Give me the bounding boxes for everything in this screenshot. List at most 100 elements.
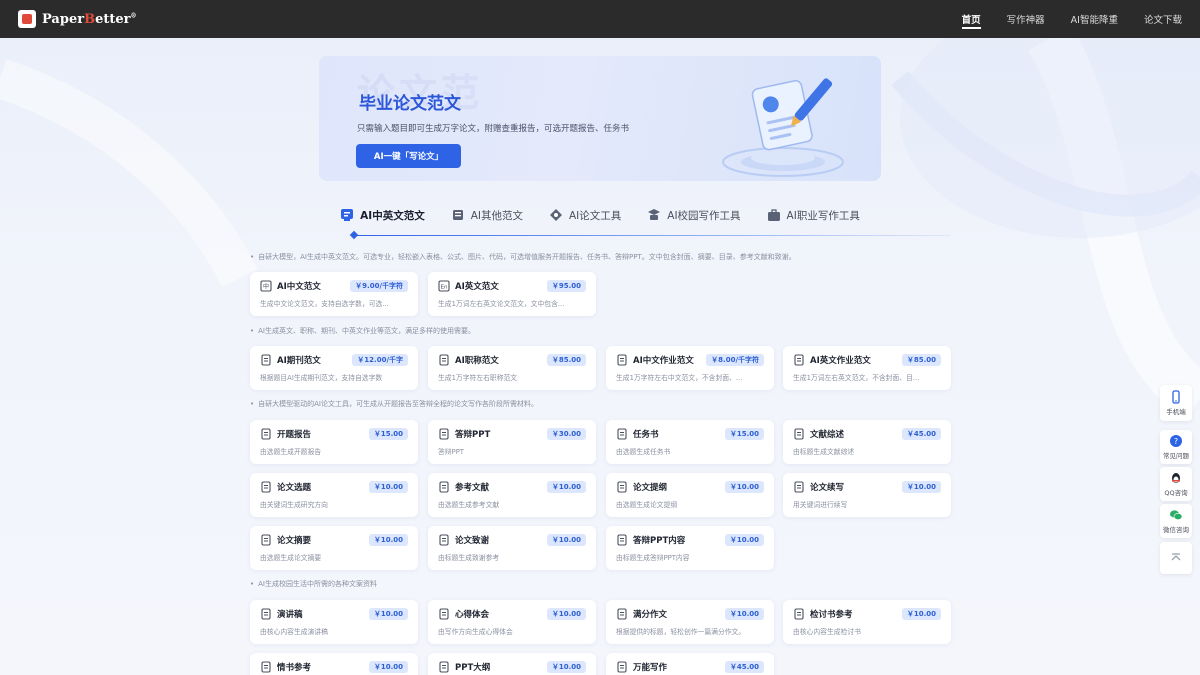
tab-label: AI校园写作工具 (667, 209, 741, 222)
main-nav: 首页 写作神器 AI智能降重 论文下载 (961, 0, 1182, 38)
tab-ai-campus-tools[interactable]: AI校园写作工具 (647, 204, 741, 226)
product-card[interactable]: 检讨书参考 ￥10.00 由核心内容生成检讨书 (783, 600, 951, 644)
price-badge: ￥10.00 (901, 481, 941, 493)
product-card[interactable]: 中 AI中文范文 ￥9.00/千字符 生成中文论文范文，支持自选字数，可选... (250, 272, 418, 316)
card-header: PPT大纲 ￥10.00 (438, 660, 586, 674)
site-logo[interactable]: PaperBetter® (18, 10, 136, 28)
card-description: 生成中文论文范文，支持自选字数，可选... (260, 300, 389, 308)
card-description: 由选题生成论文摘要 (260, 554, 322, 562)
card-description: 由关键词生成研究方向 (260, 501, 328, 509)
tab-ai-other-papers[interactable]: AI其他范文 (451, 204, 523, 226)
product-card[interactable]: En AI英文范文 ￥95.00 生成1万词左右英文论文范文，文中包含... (428, 272, 596, 316)
price-badge: ￥15.00 (368, 428, 408, 440)
card-description: 由标题生成文献综述 (793, 448, 855, 456)
product-card[interactable]: 答辩PPT ￥30.00 答辩PPT (428, 420, 596, 464)
card-title: 论文致谢 (455, 536, 490, 546)
card-header: AI职称范文 ￥85.00 (438, 353, 586, 367)
product-card[interactable]: 参考文献 ￥10.00 由选题生成参考文献 (428, 473, 596, 517)
globe-icon (616, 534, 628, 546)
price-badge: ￥95.00 (546, 280, 586, 292)
card-description: 生成1万字符左右中文范文，不含封面、... (616, 374, 743, 382)
card-header: En AI英文范文 ￥95.00 (438, 279, 586, 293)
thermo-icon (438, 354, 450, 366)
price-badge: ￥10.00 (901, 608, 941, 620)
product-card[interactable]: 开题报告 ￥15.00 由选题生成开题报告 (250, 420, 418, 464)
write-paper-button[interactable]: AI一键「写论文」 (356, 144, 461, 168)
essay-icon (616, 608, 628, 620)
nav-home[interactable]: 首页 (961, 0, 981, 38)
product-card[interactable]: AI英文作业范文 ￥85.00 生成1万词左右英文范文，不含封面、目... (783, 346, 951, 390)
document-pen-illustration-icon (722, 78, 844, 177)
price-badge: ￥10.00 (724, 534, 764, 546)
section-note-3: 自研大模型驱动的AI论文工具，可生成从开题报告至答辩全程的论文写作各阶段所需材料… (250, 399, 538, 409)
card-header: AI中文作业范文 ￥8.00/千字符 (616, 353, 764, 367)
product-card[interactable]: 论文提纲 ￥10.00 由选题生成论文提纲 (606, 473, 774, 517)
card-title: 论文摘要 (277, 536, 312, 546)
card-description: 根据题目AI生成期刊范文，支持自选字数 (260, 374, 383, 382)
card-description: 由写作方向生成心得体会 (438, 628, 513, 636)
globe-icon (438, 661, 450, 673)
product-card[interactable]: AI中文作业范文 ￥8.00/千字符生成1万字符左右中文范文，不含封面、... (606, 346, 774, 390)
infinity-icon (616, 661, 628, 673)
card-description: 由选题生成论文提纲 (616, 501, 678, 509)
report-icon (260, 428, 272, 440)
card-title: AI英文作业范文 (810, 356, 871, 366)
logo-text: PaperBetter® (42, 11, 137, 27)
product-card[interactable]: 文献综述 ￥45.00 由标题生成文献综述 (783, 420, 951, 464)
product-card[interactable]: AI期刊范文 ￥12.00/千字 根据题目AI生成期刊范文，支持自选字数 (250, 346, 418, 390)
card-title: 万能写作 (633, 663, 668, 673)
side-label: QQ咨询 (1164, 489, 1188, 497)
briefcase-icon (767, 208, 781, 222)
card-title: 答辩PPT (455, 430, 491, 440)
product-card[interactable]: 论文选题 ￥10.00 由关键词生成研究方向 (250, 473, 418, 517)
card-description: 由标题生成答辩PPT内容 (616, 554, 690, 562)
nav-paper-download[interactable]: 论文下载 (1144, 0, 1182, 38)
card-header: 情书参考 ￥10.00 (260, 660, 408, 674)
banner-subtitle: 只需输入题目即可生成万字论文，附赠查重报告，可选开题报告、任务书 (357, 124, 630, 134)
price-badge: ￥10.00 (546, 534, 586, 546)
card-description: 由选题生成开题报告 (260, 448, 322, 456)
logo-book-icon (18, 10, 36, 28)
card-title: 开题报告 (277, 430, 312, 440)
product-card[interactable]: 满分作文 ￥10.00 根据提供的标题，轻松创作一篇满分作文。 (606, 600, 774, 644)
tab-ai-cn-en-papers[interactable]: AI中英文范文 (340, 204, 425, 226)
card-description: 由核心内容生成检讨书 (793, 628, 861, 636)
card-header: 论文提纲 ￥10.00 (616, 480, 764, 494)
product-card[interactable]: 论文摘要 ￥10.00 由选题生成论文摘要 (250, 526, 418, 570)
card-title: 心得体会 (455, 610, 490, 620)
product-card[interactable]: 论文致谢 ￥10.00 由标题生成致谢参考 (428, 526, 596, 570)
card-description: 答辩PPT (438, 448, 464, 456)
product-card[interactable]: PPT大纲 ￥10.00 (428, 653, 596, 675)
review-icon (793, 608, 805, 620)
faq-side-button[interactable]: ? 常见问题 (1160, 430, 1192, 464)
banner-title: 毕业论文范文 (359, 94, 461, 114)
tab-ai-career-tools[interactable]: AI职业写作工具 (767, 204, 860, 226)
card-header: 论文致谢 ￥10.00 (438, 533, 586, 547)
tab-ai-paper-tools[interactable]: AI论文工具 (549, 204, 621, 226)
card-header: 文献综述 ￥45.00 (793, 427, 941, 441)
product-card[interactable]: 万能写作 ￥45.00 (606, 653, 774, 675)
product-card[interactable]: AI职称范文 ￥85.00 生成1万字符左右职称范文 (428, 346, 596, 390)
product-card[interactable]: 论文续写 ￥10.00 用关键词进行续写 (783, 473, 951, 517)
wechat-side-button[interactable]: 微信咨询 (1160, 504, 1192, 538)
globe-icon (438, 428, 450, 440)
product-card[interactable]: 心得体会 ￥10.00 由写作方向生成心得体会 (428, 600, 596, 644)
card-title: AI期刊范文 (277, 356, 321, 366)
tab-label: AI其他范文 (470, 209, 523, 222)
mobile-side-button[interactable]: 手机端 (1160, 385, 1192, 421)
card-title: 满分作文 (633, 610, 668, 620)
speech-icon (260, 608, 272, 620)
nav-writing-tools[interactable]: 写作神器 (1007, 0, 1045, 38)
svg-text:En: En (441, 284, 448, 290)
nav-ai-rewrite[interactable]: AI智能降重 (1071, 0, 1118, 38)
product-card[interactable]: 演讲稿 ￥10.00 由核心内容生成演讲稿 (250, 600, 418, 644)
product-card[interactable]: 情书参考 ￥10.00 (250, 653, 418, 675)
product-card[interactable]: 答辩PPT内容 ￥10.00 由标题生成答辩PPT内容 (606, 526, 774, 570)
card-title: AI中文作业范文 (633, 356, 694, 366)
price-badge: ￥10.00 (724, 481, 764, 493)
product-card[interactable]: 任务书 ￥15.00 由选题生成任务书 (606, 420, 774, 464)
qq-side-button[interactable]: QQ咨询 (1160, 467, 1192, 501)
price-badge: ￥10.00 (368, 534, 408, 546)
back-to-top-button[interactable] (1160, 542, 1192, 574)
price-badge: ￥10.00 (546, 608, 586, 620)
